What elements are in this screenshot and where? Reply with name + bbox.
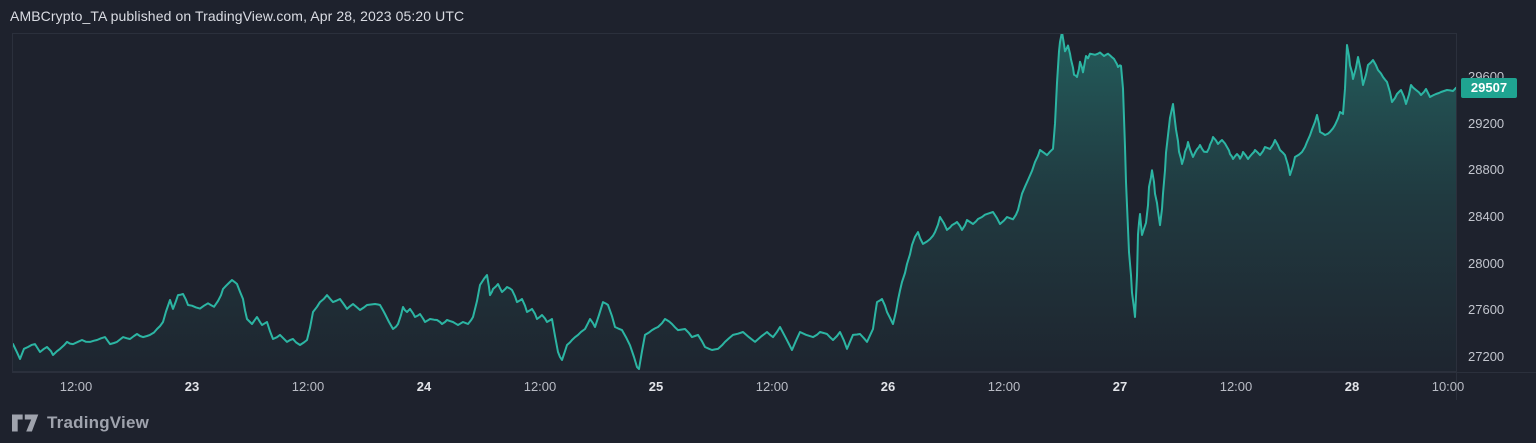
time-axis-label: 12:00 bbox=[1201, 379, 1271, 395]
price-axis-label: 28800 bbox=[1468, 162, 1504, 178]
time-axis-day-label: 27 bbox=[1085, 379, 1155, 395]
price-area-fill bbox=[13, 33, 1456, 372]
price-axis[interactable]: 29507 2960029200288002840028000276002720… bbox=[1457, 33, 1536, 372]
tradingview-logo-icon bbox=[12, 411, 39, 435]
time-axis-label: 12:00 bbox=[505, 379, 575, 395]
time-axis-day-label: 24 bbox=[389, 379, 459, 395]
time-axis-day-label: 25 bbox=[621, 379, 691, 395]
price-axis-label: 28400 bbox=[1468, 209, 1504, 225]
time-axis-label: 12:00 bbox=[273, 379, 343, 395]
price-axis-label: 29200 bbox=[1468, 116, 1504, 132]
time-axis[interactable]: 12:00 23 12:00 24 12:00 25 12:00 26 12:00 27 12:00… bbox=[0, 372, 1536, 404]
time-axis-label: 12:00 bbox=[41, 379, 111, 395]
time-axis-label: 10:00 bbox=[1413, 379, 1483, 395]
chart-attribution-title: AMBCrypto_TA published on TradingView.co… bbox=[10, 7, 464, 25]
time-axis-day-label: 26 bbox=[853, 379, 923, 395]
price-chart-svg[interactable] bbox=[12, 33, 1457, 372]
last-price-badge: 29507 bbox=[1461, 78, 1517, 98]
time-axis-label: 12:00 bbox=[969, 379, 1039, 395]
tradingview-logo[interactable]: TradingView bbox=[12, 409, 149, 437]
time-axis-label: 12:00 bbox=[737, 379, 807, 395]
time-axis-day-label: 23 bbox=[157, 379, 227, 395]
price-axis-label: 27600 bbox=[1468, 302, 1504, 318]
price-axis-label: 28000 bbox=[1468, 256, 1504, 272]
price-axis-label: 27200 bbox=[1468, 349, 1504, 365]
tradingview-chart-snapshot: { "header": { "title": "AMBCrypto_TA pub… bbox=[0, 0, 1536, 443]
tradingview-logo-text: TradingView bbox=[47, 413, 149, 433]
time-axis-day-label: 28 bbox=[1317, 379, 1387, 395]
